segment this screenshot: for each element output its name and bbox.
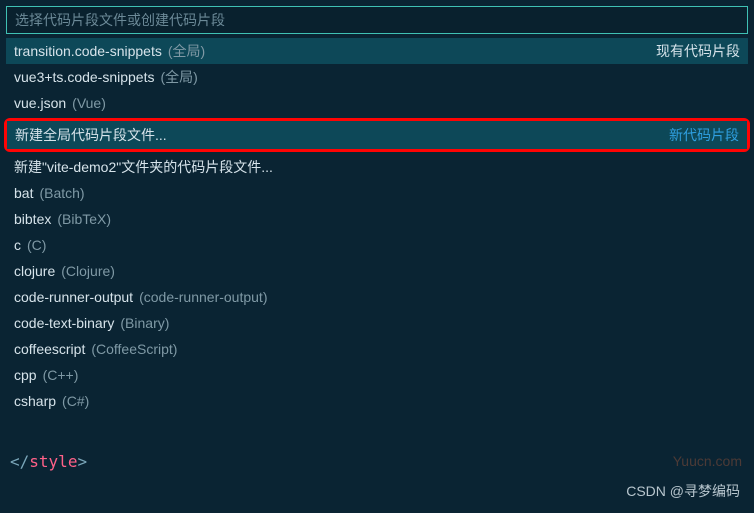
item-label: c	[14, 237, 21, 253]
slash: /	[20, 452, 30, 471]
item-meta: (CoffeeScript)	[91, 341, 177, 357]
list-item[interactable]: bat (Batch)	[6, 180, 748, 206]
search-input[interactable]	[6, 6, 748, 34]
item-meta: (C++)	[43, 367, 79, 383]
item-label: coffeescript	[14, 341, 85, 357]
highlight-annotation: 新建全局代码片段文件... 新代码片段	[4, 118, 750, 152]
item-label: 新建全局代码片段文件...	[15, 125, 167, 145]
list-item[interactable]: bibtex (BibTeX)	[6, 206, 748, 232]
item-meta: (Clojure)	[61, 263, 115, 279]
list-item[interactable]: clojure (Clojure)	[6, 258, 748, 284]
snippet-list: transition.code-snippets (全局) 现有代码片段 vue…	[6, 38, 748, 414]
item-meta: (C)	[27, 237, 46, 253]
list-item[interactable]: transition.code-snippets (全局) 现有代码片段	[6, 38, 748, 64]
item-meta: (Batch)	[39, 185, 84, 201]
item-label: clojure	[14, 263, 55, 279]
list-item[interactable]: vue.json (Vue)	[6, 90, 748, 116]
list-item[interactable]: csharp (C#)	[6, 388, 748, 414]
item-label: transition.code-snippets	[14, 43, 162, 59]
list-item[interactable]: coffeescript (CoffeeScript)	[6, 336, 748, 362]
item-label: csharp	[14, 393, 56, 409]
list-item[interactable]: code-runner-output (code-runner-output)	[6, 284, 748, 310]
tag-name: style	[29, 452, 77, 471]
item-label: vue3+ts.code-snippets	[14, 69, 154, 85]
item-meta: (code-runner-output)	[139, 289, 267, 305]
list-item[interactable]: c (C)	[6, 232, 748, 258]
item-label: 新建"vite-demo2"文件夹的代码片段文件...	[14, 157, 273, 177]
item-label: cpp	[14, 367, 37, 383]
item-label: bat	[14, 185, 33, 201]
item-meta: (全局)	[160, 67, 197, 87]
item-label: vue.json	[14, 95, 66, 111]
list-item[interactable]: cpp (C++)	[6, 362, 748, 388]
angle-bracket-open: <	[10, 452, 20, 471]
section-badge: 新代码片段	[669, 125, 739, 145]
new-global-snippet-item[interactable]: 新建全局代码片段文件... 新代码片段	[7, 121, 747, 149]
item-label: code-text-binary	[14, 315, 114, 331]
watermark-text: Yuucn.com	[673, 453, 742, 469]
item-label: bibtex	[14, 211, 51, 227]
item-meta: (Vue)	[72, 95, 106, 111]
angle-bracket-close: >	[77, 452, 87, 471]
section-badge: 现有代码片段	[656, 41, 740, 61]
list-item[interactable]: vue3+ts.code-snippets (全局)	[6, 64, 748, 90]
item-meta: (BibTeX)	[57, 211, 111, 227]
item-meta: (Binary)	[120, 315, 169, 331]
list-item[interactable]: code-text-binary (Binary)	[6, 310, 748, 336]
item-meta: (全局)	[168, 41, 205, 61]
item-meta: (C#)	[62, 393, 89, 409]
list-item[interactable]: 新建"vite-demo2"文件夹的代码片段文件...	[6, 154, 748, 180]
footer-attribution: CSDN @寻梦编码	[626, 481, 740, 501]
item-label: code-runner-output	[14, 289, 133, 305]
editor-code-line: </style>	[10, 452, 744, 471]
